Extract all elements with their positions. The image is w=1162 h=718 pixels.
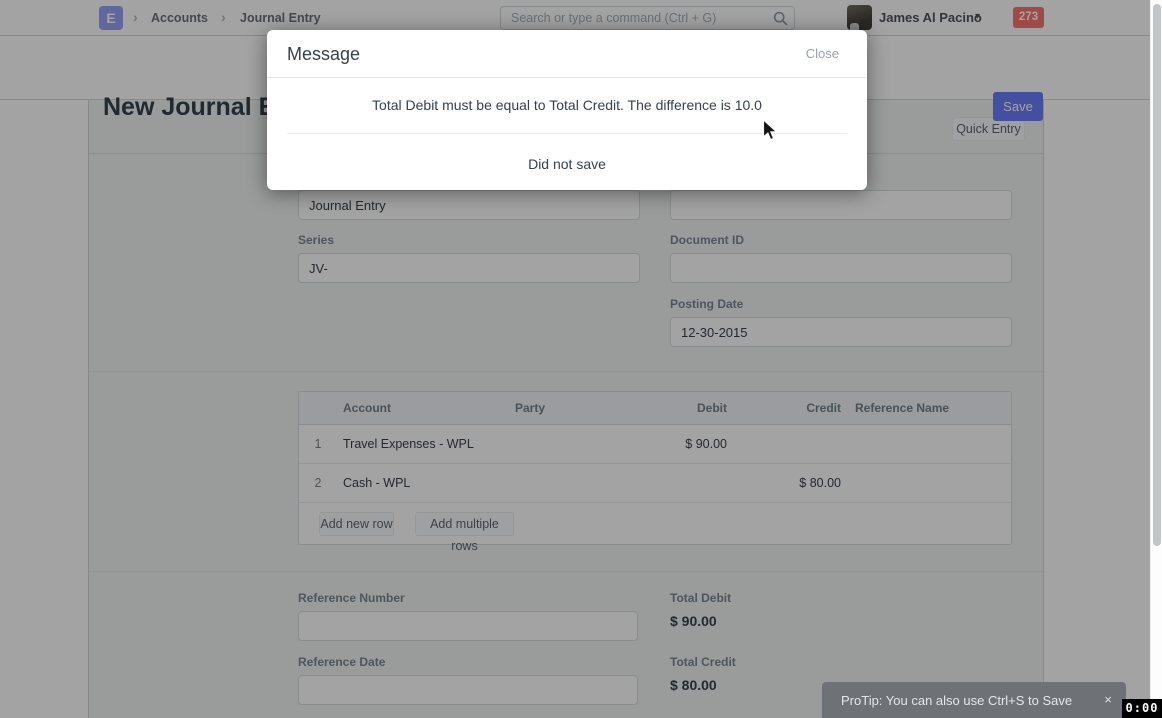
protip-toast: ProTip: You can also use Ctrl+S to Save …	[822, 682, 1126, 718]
recording-timer: 0:00	[1122, 699, 1162, 718]
app-screen: E › Accounts › Journal Entry James Al Pa…	[0, 0, 1162, 718]
toast-text: ProTip: You can also use Ctrl+S to Save	[841, 693, 1072, 708]
scrollbar-thumb[interactable]	[1153, 4, 1161, 546]
dialog-message: Total Debit must be equal to Total Credi…	[287, 97, 847, 114]
dialog-close-button[interactable]: Close	[806, 46, 839, 61]
dialog-title: Message	[287, 44, 360, 65]
scrollbar-track[interactable]	[1150, 0, 1162, 718]
message-dialog: Message Close Total Debit must be equal …	[267, 30, 867, 190]
dialog-header: Message Close	[267, 30, 867, 78]
close-icon[interactable]: ×	[1104, 692, 1112, 707]
mouse-cursor-icon	[762, 119, 780, 143]
